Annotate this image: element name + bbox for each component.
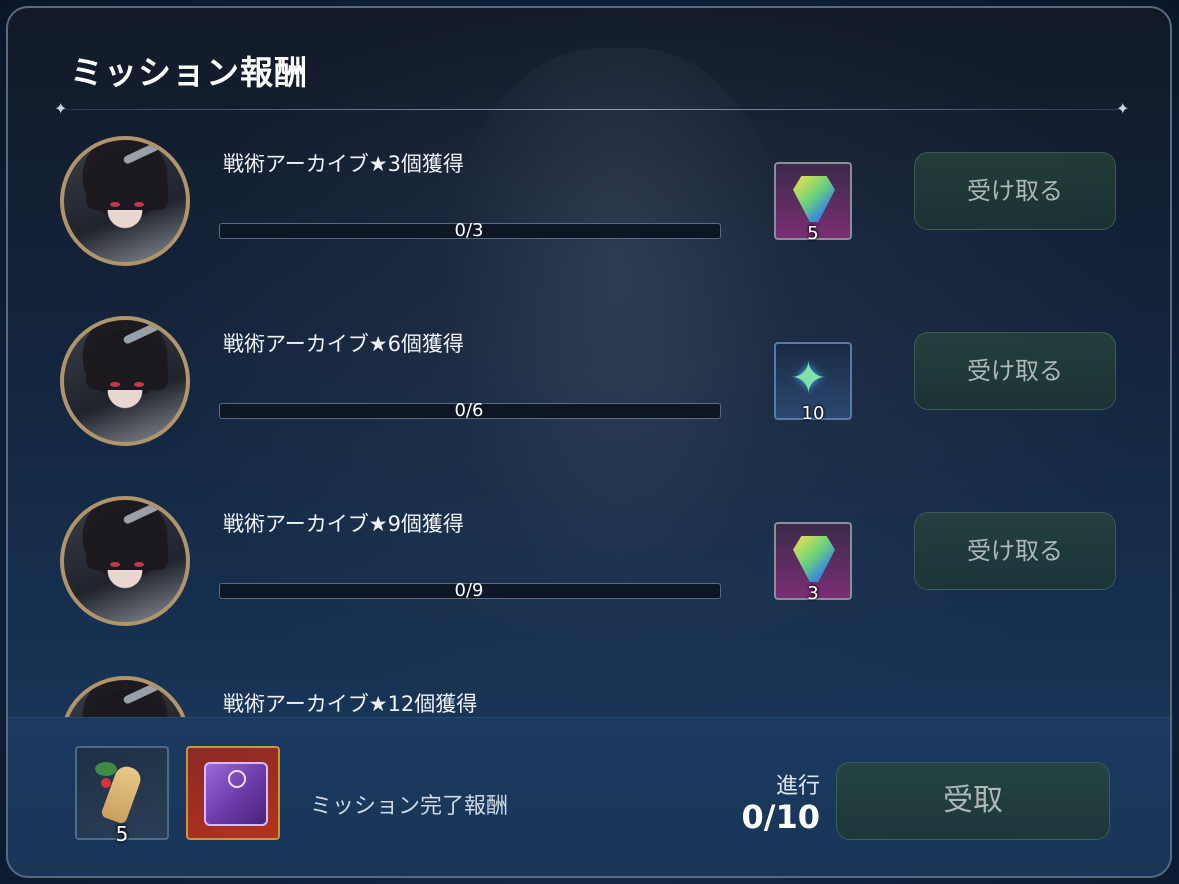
completion-footer: 5 ミッション完了報酬 進行 0/10 受取 — [8, 717, 1170, 876]
reward-item[interactable]: 5 — [75, 746, 169, 846]
sparkle-icon: ✦ — [1116, 99, 1130, 118]
reward-item[interactable]: 5 — [774, 162, 852, 244]
mission-row: 戦術アーカイブ★6個獲得 0/6 ✦ 10 受け取る — [8, 316, 1170, 466]
progress-text: 0/9 — [454, 580, 484, 601]
claim-all-button[interactable]: 受取 — [836, 762, 1110, 840]
avatar — [60, 316, 190, 446]
reward-item[interactable]: 3 — [774, 522, 852, 604]
avatar — [60, 496, 190, 626]
mission-label: 戦術アーカイブ★12個獲得 — [223, 692, 478, 716]
star-compass-icon: ✦ — [790, 353, 827, 404]
avatar — [60, 136, 190, 266]
claim-button[interactable]: 受け取る — [914, 512, 1116, 590]
progress-text: 0/6 — [454, 400, 484, 421]
reward-item[interactable] — [186, 746, 280, 840]
progress-label: 進行 — [775, 774, 820, 799]
page-title: ミッション報酬 — [70, 53, 308, 92]
mission-row: 戦術アーカイブ★3個獲得 0/3 5 受け取る — [8, 136, 1170, 286]
divider — [64, 109, 1122, 110]
purple-box-icon — [204, 762, 268, 826]
claim-button[interactable]: 受け取る — [914, 152, 1116, 230]
reward-quantity: 3 — [807, 583, 819, 604]
mission-label: 戦術アーカイブ★6個獲得 — [223, 332, 464, 356]
mission-label: 戦術アーカイブ★9個獲得 — [223, 512, 464, 536]
reward-item[interactable]: ✦ 10 — [774, 342, 852, 424]
claim-button[interactable]: 受け取る — [914, 332, 1116, 410]
mission-reward-panel: ミッション報酬 ✦ ✦ 戦術アーカイブ★3個獲得 0/3 5 受け取る 戦術アー… — [6, 6, 1172, 878]
reward-quantity: 5 — [115, 822, 129, 846]
reward-quantity: 5 — [807, 223, 819, 244]
progress-text: 0/3 — [454, 220, 484, 241]
exclamation-gem-icon — [793, 536, 835, 582]
completion-reward-label: ミッション完了報酬 — [310, 794, 509, 819]
mission-label: 戦術アーカイブ★3個獲得 — [223, 152, 464, 176]
reward-quantity: 10 — [801, 403, 825, 424]
progress-value: 0/10 — [741, 798, 820, 836]
mission-row: 戦術アーカイブ★9個獲得 0/9 3 受け取る — [8, 496, 1170, 646]
hammer-gem-icon — [793, 176, 835, 222]
